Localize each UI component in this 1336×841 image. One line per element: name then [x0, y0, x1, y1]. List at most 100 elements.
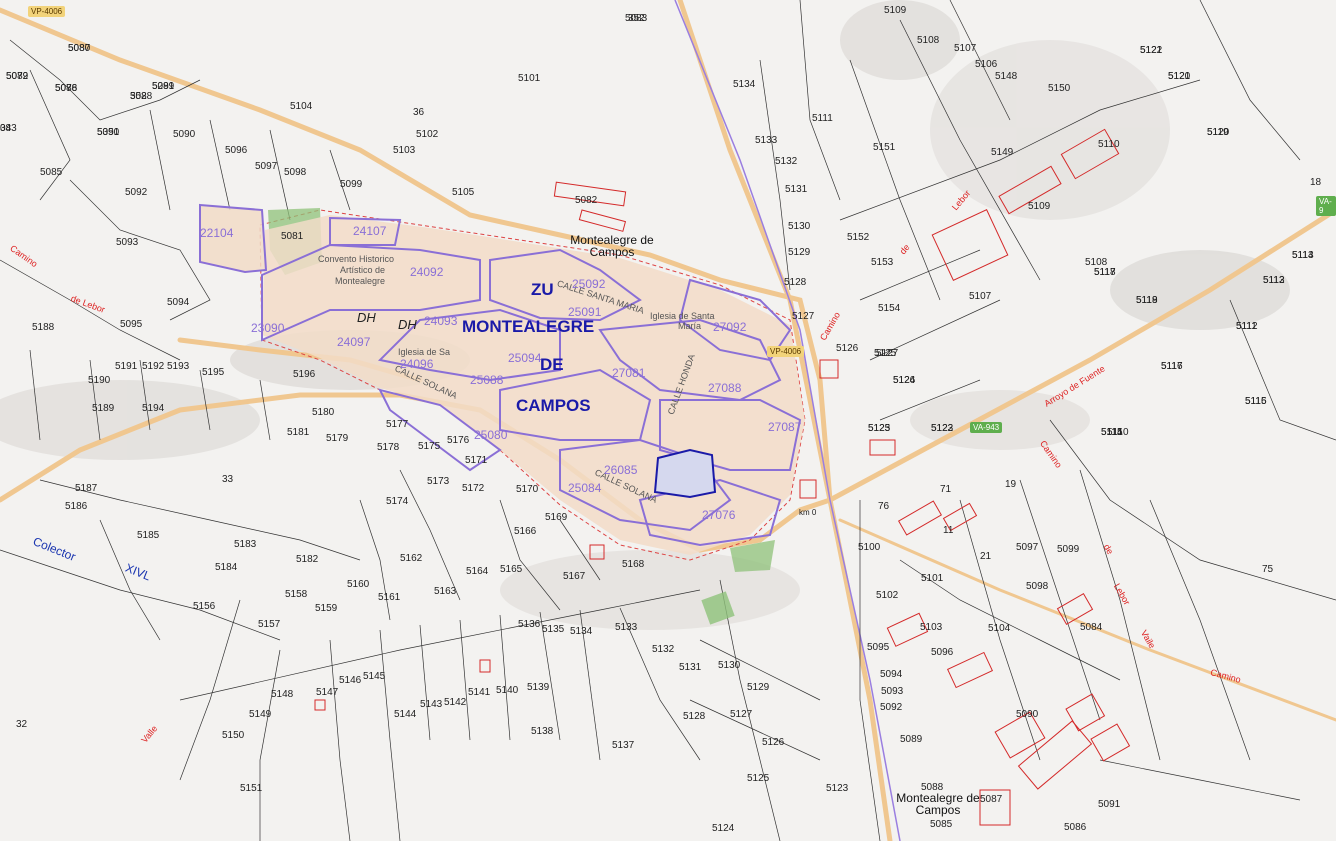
parcel-number: 5192 [142, 361, 165, 372]
parcel-number: 5109 [884, 5, 907, 16]
parcel-number: 5180 [312, 407, 335, 418]
parcel-number: 5190 [88, 375, 111, 386]
parcel-number: 5094 [167, 297, 190, 308]
parcel-number: 5117 [1161, 361, 1183, 372]
urban-block-label: 24096 [400, 357, 434, 371]
parcel-number: 5193 [167, 361, 190, 372]
parcel-number: 5134 [570, 626, 593, 637]
road-badge-va-9: VA-9 [1316, 196, 1336, 216]
parcel-number: 5195 [202, 367, 225, 378]
parcel-number: 5166 [514, 526, 537, 537]
parcel-number: 5103 [920, 622, 943, 633]
parcel-number: 5153 [871, 257, 894, 268]
dh-mark: DH [357, 310, 376, 325]
parcel-number: 5128 [784, 277, 807, 288]
parcel-number: 5156 [193, 601, 216, 612]
parcel-number: 5121 [1168, 71, 1191, 82]
parcel-number: 5161 [378, 592, 401, 603]
parcel-number: 5154 [878, 303, 901, 314]
parcel-number: 5189 [92, 403, 115, 414]
parcel-number: 5111 [812, 113, 833, 124]
parcel-number: 5112 [1236, 321, 1258, 332]
parcel-number: 19 [1005, 479, 1017, 490]
place-label: Montealegre [335, 276, 386, 286]
parcel-number: 5129 [747, 682, 770, 693]
parcel-number: 5085 [930, 819, 953, 830]
urban-block-label: 25080 [474, 428, 508, 442]
zone-label-campos: CAMPOS [516, 396, 591, 415]
parcel-number: 5090 [173, 129, 196, 140]
parcel-number: 5127 [730, 709, 753, 720]
parcel-number: 5081 [281, 231, 304, 242]
parcel-number: 5107 [969, 291, 992, 302]
parcel-number: 5163 [434, 586, 457, 597]
parcel-number: 5088 [921, 782, 944, 793]
town-name-bottom: Montealegre de Campos [896, 791, 980, 817]
place-label: Iglesia de Sa [398, 347, 451, 357]
cadastral-map[interactable]: VP-4006 VP-4006 VA-943 VA-9 km 0 Monteal… [0, 0, 1336, 841]
parcel-number: 5109 [1028, 201, 1051, 212]
parcel-number: 5095 [120, 319, 143, 330]
parcel-number: 5136 [518, 619, 541, 630]
parcel-number: 5083 [625, 13, 648, 24]
road-badge-vp-4006-center: VP-4006 [767, 346, 805, 357]
parcel-number: 5170 [516, 484, 539, 495]
parcel-number: 5120 [1207, 127, 1230, 138]
parcel-number: 5168 [622, 559, 645, 570]
parcel-number: 5123 [826, 783, 849, 794]
map-canvas[interactable] [0, 0, 1336, 841]
parcel-number: 5130 [718, 660, 741, 671]
parcel-number: 5141 [468, 687, 491, 698]
parcel-number: 5110 [1098, 139, 1120, 150]
urban-block-label: 24097 [337, 335, 371, 349]
parcel-number: 5097 [1016, 542, 1039, 553]
parcel-number: 5134 [733, 79, 756, 90]
parcel-number: 5115 [1101, 427, 1123, 438]
urban-block-label: 24092 [410, 265, 444, 279]
parcel-number: 5135 [542, 624, 565, 635]
parcel-number: 5080 [68, 43, 91, 54]
parcel-number: 5184 [215, 562, 238, 573]
parcel-number: 5181 [287, 427, 310, 438]
parcel-number: 5185 [137, 530, 160, 541]
parcel-number: 5132 [775, 156, 798, 167]
parcel-number: 5087 [980, 794, 1003, 805]
urban-block-label: 25088 [470, 373, 504, 387]
parcel-number: 5167 [563, 571, 586, 582]
parcel-number: 5098 [1026, 581, 1049, 592]
parcel-number: 5101 [518, 73, 541, 84]
parcel-number: 5128 [683, 711, 706, 722]
parcel-number: 5131 [785, 184, 808, 195]
place-label: María [678, 321, 702, 331]
parcel-number: 5187 [75, 483, 98, 494]
parcel-number: 5291 [152, 81, 175, 92]
parcel-number: 5186 [65, 501, 88, 512]
parcel-number: 5096 [225, 145, 248, 156]
parcel-number: 5114 [1292, 250, 1314, 261]
urban-block-label: 27087 [768, 420, 802, 434]
parcel-number: 5126 [762, 737, 785, 748]
parcel-number: 36 [413, 107, 425, 118]
urban-block-label: 24107 [353, 224, 387, 238]
parcel-number: 5133 [755, 135, 778, 146]
parcel-number: 11 [943, 525, 954, 536]
road-badge-vp-4006-top: VP-4006 [28, 6, 66, 17]
parcel-number: 5098 [284, 167, 307, 178]
parcel-number: 5132 [652, 644, 675, 655]
selected-parcel[interactable] [653, 448, 717, 499]
parcel-number: 5093 [881, 686, 904, 697]
parcel-number: 5091 [1098, 799, 1121, 810]
parcel-number: 5350 [97, 127, 120, 138]
parcel-number: 5118 [1094, 267, 1116, 278]
parcel-number: 5157 [258, 619, 281, 630]
parcel-number: 5102 [876, 590, 899, 601]
parcel-number: 5086 [1064, 822, 1087, 833]
parcel-number: 5127 [792, 311, 815, 322]
urban-block-label: 25094 [508, 351, 542, 365]
parcel-number: 5169 [545, 512, 568, 523]
urban-block-label: 27092 [713, 320, 747, 334]
parcel-number: 5125 [747, 773, 770, 784]
parcel-number: 5172 [462, 483, 485, 494]
parcel-number: 5096 [931, 647, 954, 658]
parcel-number: 5143 [420, 699, 443, 710]
